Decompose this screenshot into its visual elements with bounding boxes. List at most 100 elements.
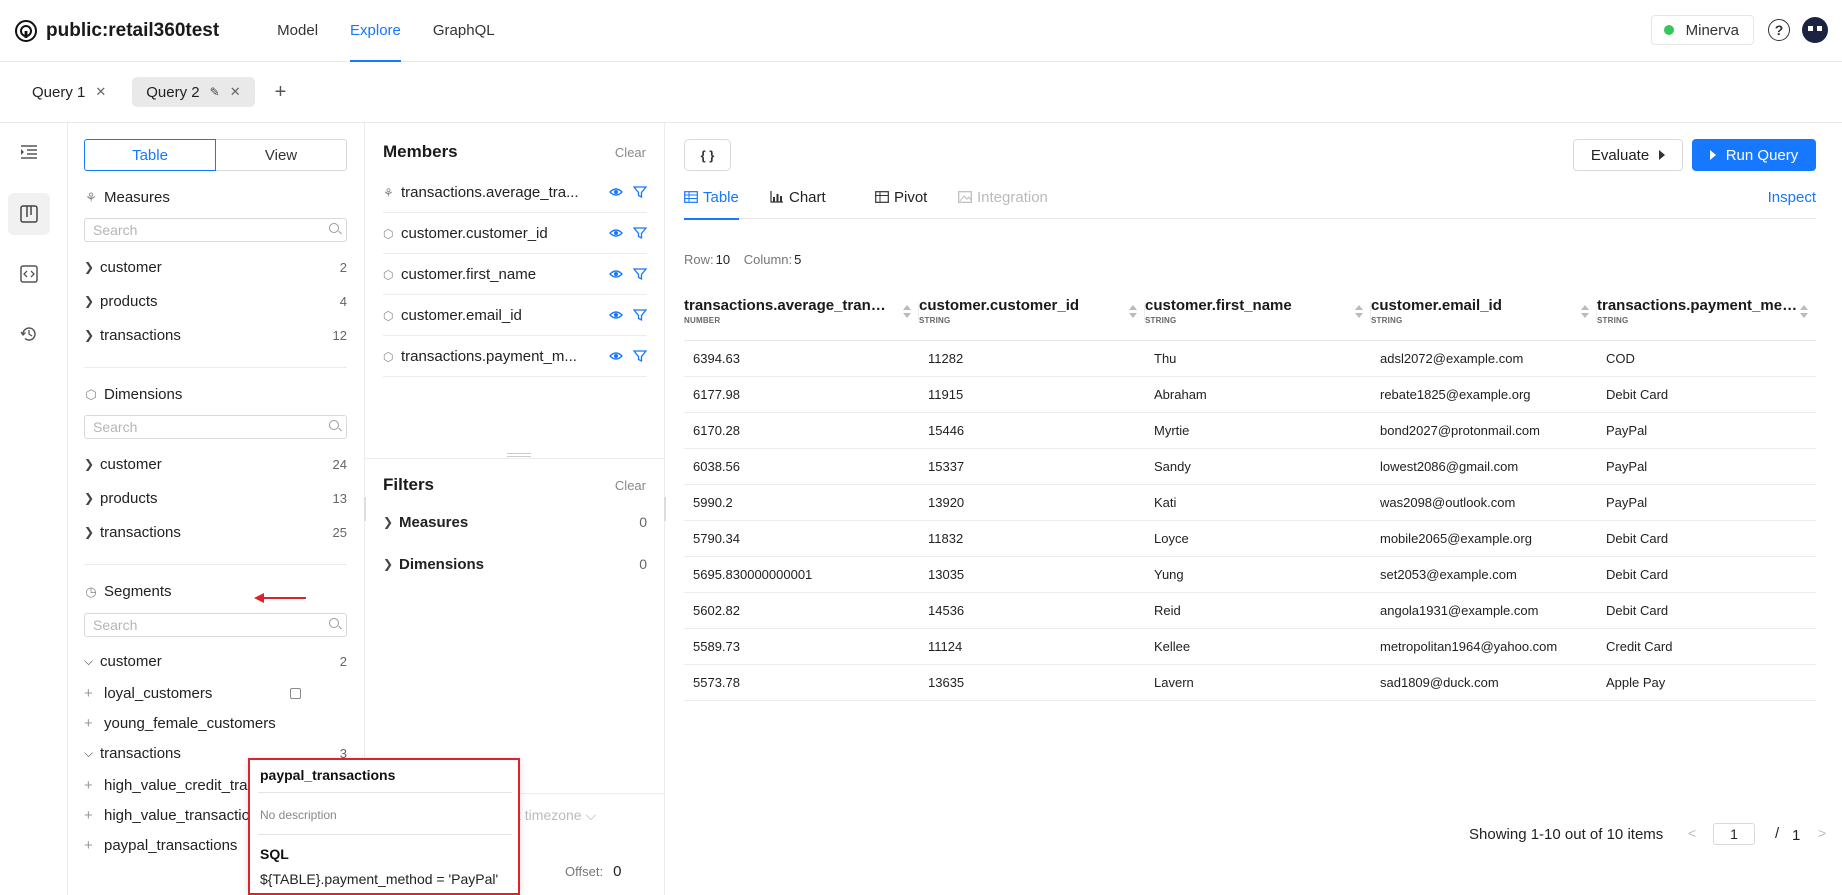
collapse-sidebar-button[interactable] [8, 131, 50, 173]
code-rail-button[interactable] [8, 253, 50, 295]
sort-icon[interactable] [1581, 305, 1589, 319]
query-tab-1[interactable]: Query 1 ✕ [18, 77, 120, 107]
table-cell: 6038.56 [684, 448, 919, 485]
chevron-right-icon: ❯ [84, 457, 95, 471]
segments-search-input[interactable]: Search [84, 613, 347, 637]
filter-icon[interactable] [633, 185, 647, 199]
dimensions-group-customer[interactable]: ❯ customer 24 [84, 452, 347, 476]
json-query-button[interactable]: { } [684, 139, 731, 171]
tab-integration[interactable]: Integration [958, 175, 1048, 219]
column-header[interactable]: customer.customer_id STRING [919, 283, 1145, 341]
nav-explore[interactable]: Explore [334, 0, 417, 62]
group-label: customer [100, 652, 162, 670]
timezone-select[interactable]: t timezone ⌵ [517, 807, 596, 824]
query-tab-2[interactable]: Query 2 ✎ ✕ [132, 77, 255, 107]
run-query-button[interactable]: Run Query [1692, 139, 1816, 171]
eye-icon[interactable] [609, 267, 623, 281]
sort-icon[interactable] [1129, 305, 1137, 319]
filter-icon[interactable] [633, 308, 647, 322]
dimensions-group-transactions[interactable]: ❯ transactions 25 [84, 520, 347, 544]
measures-search-input[interactable]: Search [84, 218, 347, 242]
view-toggle[interactable]: View [216, 139, 347, 171]
offset-control[interactable]: Offset: 0 [565, 863, 621, 880]
plus-icon[interactable]: + [84, 715, 104, 732]
copy-icon[interactable] [290, 687, 301, 699]
measures-group-customer[interactable]: ❯ customer 2 [84, 255, 347, 279]
resize-handle[interactable] [507, 453, 531, 457]
help-icon[interactable]: ? [1768, 19, 1790, 41]
edit-icon[interactable]: ✎ [210, 85, 220, 99]
close-icon[interactable]: ✕ [95, 84, 106, 100]
dimensions-group-products[interactable]: ❯ products 13 [84, 486, 347, 510]
column-header[interactable]: transactions.average_trans... NUMBER [684, 283, 919, 341]
members-clear-button[interactable]: Clear [615, 145, 646, 160]
tab-pivot[interactable]: Pivot [875, 175, 927, 219]
evaluate-button[interactable]: Evaluate [1573, 139, 1683, 171]
table-toggle[interactable]: Table [84, 139, 216, 171]
table-cell: 13635 [919, 664, 1145, 701]
page-input[interactable]: 1 [1713, 823, 1755, 845]
member-item[interactable]: ⬡ customer.customer_id [383, 213, 647, 254]
plus-icon[interactable]: + [84, 777, 104, 794]
measures-group-transactions[interactable]: ❯ transactions 12 [84, 323, 347, 347]
chevron-right-icon: ❯ [84, 525, 95, 539]
sort-icon[interactable] [1355, 305, 1363, 319]
avatar[interactable] [1802, 17, 1828, 43]
eye-icon[interactable] [609, 226, 623, 240]
member-item[interactable]: ⬡ transactions.payment_m... [383, 336, 647, 377]
plus-icon[interactable]: + [84, 685, 104, 702]
segment-item[interactable]: + loyal_customers [84, 681, 347, 705]
explorer-rail-button[interactable] [8, 193, 50, 235]
sort-icon[interactable] [1800, 305, 1808, 319]
table-cell: PayPal [1597, 412, 1816, 449]
add-query-button[interactable]: + [275, 81, 287, 104]
chevron-right-icon[interactable]: > [1818, 825, 1826, 841]
app-logo[interactable]: public:retail360test [14, 19, 219, 43]
panel-resize-handle[interactable] [364, 497, 366, 521]
sort-icon[interactable] [903, 305, 911, 319]
plus-icon[interactable]: + [84, 837, 104, 854]
chevron-left-icon[interactable]: < [1688, 825, 1696, 841]
column-header[interactable]: transactions.payment_meth... STRING [1597, 283, 1816, 341]
results-tabs: Table Chart Pivot Integration [684, 175, 1816, 220]
nav-model[interactable]: Model [261, 0, 334, 62]
connection-status[interactable]: Minerva [1650, 15, 1754, 45]
filter-count: 0 [639, 556, 647, 572]
filter-icon[interactable] [633, 267, 647, 281]
eye-icon[interactable] [609, 185, 623, 199]
dimensions-search-input[interactable]: Search [84, 415, 347, 439]
filter-group-label: Dimensions [399, 555, 485, 573]
nav-graphql[interactable]: GraphQL [417, 0, 511, 62]
tab-chart[interactable]: Chart [770, 175, 826, 219]
member-item[interactable]: ⬡ customer.first_name [383, 254, 647, 295]
filter-icon[interactable] [633, 349, 647, 363]
segment-item[interactable]: + young_female_customers [84, 711, 347, 735]
column-header[interactable]: customer.first_name STRING [1145, 283, 1371, 341]
member-item[interactable]: ⚘ transactions.average_tra... [383, 172, 647, 213]
column-type: NUMBER [684, 316, 721, 326]
filters-measures-row[interactable]: ❯ Measures 0 [383, 510, 647, 534]
table-cell: PayPal [1597, 448, 1816, 485]
column-label: Column: [743, 252, 793, 267]
filters-clear-button[interactable]: Clear [615, 478, 646, 493]
chevron-down-icon: ⌵ [84, 745, 94, 760]
eye-icon[interactable] [609, 308, 623, 322]
measures-group-products[interactable]: ❯ products 4 [84, 289, 347, 313]
inspect-link[interactable]: Inspect [1768, 189, 1816, 206]
member-item[interactable]: ⬡ customer.email_id [383, 295, 647, 336]
filter-icon[interactable] [633, 226, 647, 240]
plus-icon[interactable]: + [84, 807, 104, 824]
table-cell: sad1809@duck.com [1371, 664, 1597, 701]
history-rail-button[interactable] [8, 313, 50, 355]
filters-dimensions-row[interactable]: ❯ Dimensions 0 [383, 552, 647, 576]
eye-icon[interactable] [609, 349, 623, 363]
table-cell: 5602.82 [684, 592, 919, 629]
segments-group-customer[interactable]: ⌵ customer 2 [84, 649, 347, 673]
table-cell: Reid [1145, 592, 1371, 629]
column-header[interactable]: customer.email_id STRING [1371, 283, 1597, 341]
dimensions-title: Dimensions [104, 386, 183, 403]
tab-table[interactable]: Table [684, 175, 739, 220]
close-icon[interactable]: ✕ [230, 84, 241, 100]
search-placeholder: Search [93, 419, 138, 435]
table-cell: Kellee [1145, 628, 1371, 665]
